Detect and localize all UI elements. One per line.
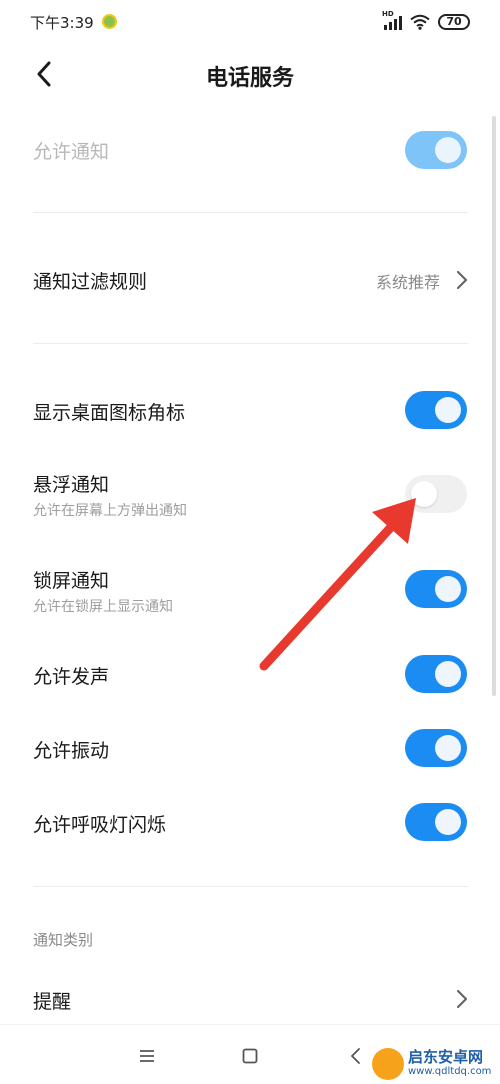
- filter-rules-value: 系统推荐: [375, 273, 440, 292]
- setting-label: 锁屏通知: [33, 570, 110, 592]
- setting-allow-notifications[interactable]: 允许通知: [0, 120, 500, 180]
- watermark-url: www.qdltdq.com: [408, 1066, 492, 1077]
- battery-level: 70: [446, 15, 462, 28]
- network-badge: HD: [382, 10, 394, 18]
- setting-label: 允许呼吸灯闪烁: [33, 814, 167, 836]
- setting-label: 通知过滤规则: [33, 271, 148, 293]
- lockscreen-toggle[interactable]: [405, 570, 467, 608]
- menu-icon[interactable]: [132, 1041, 162, 1071]
- category-label: 提醒: [33, 991, 72, 1013]
- divider: [33, 886, 468, 887]
- setting-floating[interactable]: 悬浮通知 允许在屏幕上方弹出通知: [0, 466, 500, 524]
- setting-filter-rules[interactable]: 通知过滤规则 系统推荐: [0, 250, 500, 310]
- category-item-reminder[interactable]: 提醒: [0, 970, 500, 1028]
- chevron-right-icon: [454, 989, 470, 1009]
- sound-toggle[interactable]: [405, 655, 467, 693]
- title-bar: 电话服务: [0, 46, 500, 106]
- chevron-right-icon: [454, 270, 470, 290]
- back-icon[interactable]: [340, 1041, 370, 1071]
- app-notification-icon: [102, 14, 117, 29]
- status-time: 下午3:39: [30, 14, 94, 32]
- status-bar: 下午3:39 HD 70: [0, 0, 500, 46]
- setting-sublabel: 允许在屏幕上方弹出通知: [33, 503, 187, 519]
- badge-toggle[interactable]: [405, 391, 467, 429]
- setting-label: 允许通知: [33, 141, 110, 163]
- setting-led[interactable]: 允许呼吸灯闪烁: [0, 793, 500, 853]
- watermark-title: 启东安卓网: [408, 1048, 484, 1066]
- status-icons: HD 70: [382, 10, 470, 32]
- setting-vibrate[interactable]: 允许振动: [0, 719, 500, 779]
- toggle-knob: [411, 481, 437, 507]
- led-toggle[interactable]: [405, 803, 467, 841]
- toggle-knob: [435, 397, 461, 423]
- setting-label: 允许振动: [33, 740, 110, 762]
- watermark-logo-icon: [372, 1048, 404, 1080]
- toggle-knob: [435, 735, 461, 761]
- setting-label: 允许发声: [33, 666, 110, 688]
- setting-sound[interactable]: 允许发声: [0, 645, 500, 705]
- toggle-knob: [435, 661, 461, 687]
- vibrate-toggle[interactable]: [405, 729, 467, 767]
- watermark: 启东安卓网 www.qdltdq.com: [370, 1046, 498, 1082]
- battery-icon: 70: [438, 14, 470, 30]
- allow-notifications-toggle[interactable]: [405, 131, 467, 169]
- setting-lockscreen[interactable]: 锁屏通知 允许在锁屏上显示通知: [0, 562, 500, 620]
- toggle-knob: [435, 137, 461, 163]
- floating-toggle[interactable]: [405, 475, 467, 513]
- setting-label: 悬浮通知: [33, 474, 110, 496]
- section-header: 通知类别: [33, 931, 94, 949]
- toggle-knob: [435, 809, 461, 835]
- setting-badge[interactable]: 显示桌面图标角标: [0, 381, 500, 441]
- setting-label: 显示桌面图标角标: [33, 402, 186, 424]
- toggle-knob: [435, 576, 461, 602]
- page-title: 电话服务: [205, 66, 294, 91]
- scrollbar[interactable]: [492, 116, 496, 696]
- setting-sublabel: 允许在锁屏上显示通知: [33, 599, 173, 615]
- divider: [33, 343, 468, 344]
- home-icon[interactable]: [235, 1041, 265, 1071]
- divider: [33, 212, 468, 213]
- signal-icon: HD: [382, 10, 402, 30]
- wifi-icon: [410, 14, 430, 30]
